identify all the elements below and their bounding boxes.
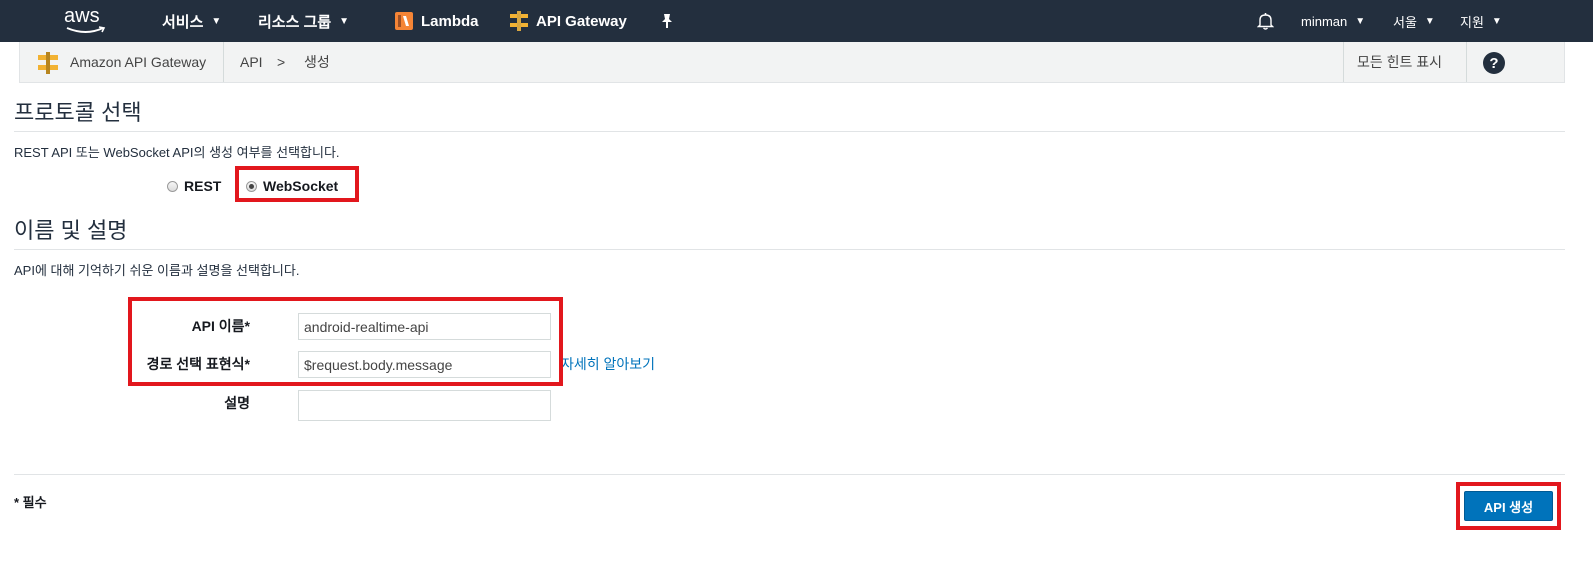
section-divider: [14, 474, 1565, 475]
lambda-label: Lambda: [421, 12, 479, 30]
divider: [1343, 42, 1344, 82]
lambda-shortcut[interactable]: Lambda: [395, 0, 479, 42]
aws-logo-text: aws: [64, 5, 100, 27]
aws-logo[interactable]: aws: [64, 6, 110, 36]
section-divider: [14, 249, 1565, 250]
top-navigation: aws 서비스 ▼ 리소스 그룹 ▼ Lambda API Gateway mi…: [0, 0, 1593, 42]
description-input[interactable]: [298, 390, 551, 421]
breadcrumb-bar: Amazon API Gateway API > 생성 모든 힌트 표시 ?: [19, 42, 1565, 83]
divider: [1466, 42, 1467, 82]
protocol-description: REST API 또는 WebSocket API의 생성 여부를 선택합니다.: [14, 145, 340, 160]
chevron-down-icon: ▼: [339, 15, 350, 27]
highlight-box: [235, 166, 359, 202]
chevron-down-icon: ▼: [211, 15, 222, 27]
account-label: minman: [1301, 13, 1348, 29]
pin-icon: [662, 14, 672, 28]
chevron-down-icon: ▼: [1424, 15, 1435, 27]
show-hints-link[interactable]: 모든 힌트 표시: [1357, 42, 1442, 82]
radio-rest-label: REST: [184, 178, 222, 194]
api-gateway-shortcut[interactable]: API Gateway: [510, 0, 627, 42]
highlight-box: [128, 297, 563, 386]
breadcrumb-current: 생성: [304, 54, 330, 70]
region-menu[interactable]: 서울 ▼: [1393, 0, 1435, 42]
section-divider: [14, 131, 1565, 132]
svg-text:?: ?: [1489, 55, 1498, 72]
support-label: 지원: [1460, 14, 1484, 30]
description-label: 설명: [224, 395, 250, 411]
api-gateway-label: API Gateway: [536, 12, 627, 30]
services-menu[interactable]: 서비스 ▼: [162, 0, 221, 42]
bell-icon: [1257, 13, 1274, 30]
radio-button[interactable]: [167, 180, 178, 192]
region-label: 서울: [1393, 14, 1417, 30]
aws-smile-icon: [66, 26, 106, 33]
required-note: * 필수: [14, 495, 47, 510]
lambda-icon: [395, 12, 413, 30]
breadcrumb-service-link[interactable]: Amazon API Gateway: [70, 42, 206, 82]
account-menu[interactable]: minman ▼: [1301, 0, 1365, 42]
chevron-down-icon: ▼: [1355, 15, 1366, 27]
services-label: 서비스: [162, 13, 204, 31]
name-section-description: API에 대해 기억하기 쉬운 이름과 설명을 선택합니다.: [14, 263, 300, 278]
chevron-down-icon: ▼: [1491, 15, 1502, 27]
breadcrumb-separator: >: [277, 54, 286, 70]
question-icon[interactable]: ?: [1482, 51, 1506, 75]
notifications-button[interactable]: [1257, 0, 1274, 42]
learn-more-link[interactable]: 자세히 알아보기: [561, 354, 655, 374]
divider: [223, 42, 224, 82]
resource-groups-menu[interactable]: 리소스 그룹 ▼: [258, 0, 349, 42]
highlight-box: [1456, 482, 1561, 530]
pin-button[interactable]: [660, 0, 674, 42]
api-gateway-icon: [510, 11, 528, 31]
support-menu[interactable]: 지원 ▼: [1460, 0, 1502, 42]
name-section-title: 이름 및 설명: [14, 218, 128, 243]
breadcrumb-api-link[interactable]: API: [240, 42, 263, 82]
radio-rest[interactable]: REST: [167, 175, 221, 197]
resource-groups-label: 리소스 그룹: [258, 13, 332, 31]
api-gateway-icon: [38, 52, 58, 74]
protocol-section-title: 프로토콜 선택: [14, 100, 142, 125]
